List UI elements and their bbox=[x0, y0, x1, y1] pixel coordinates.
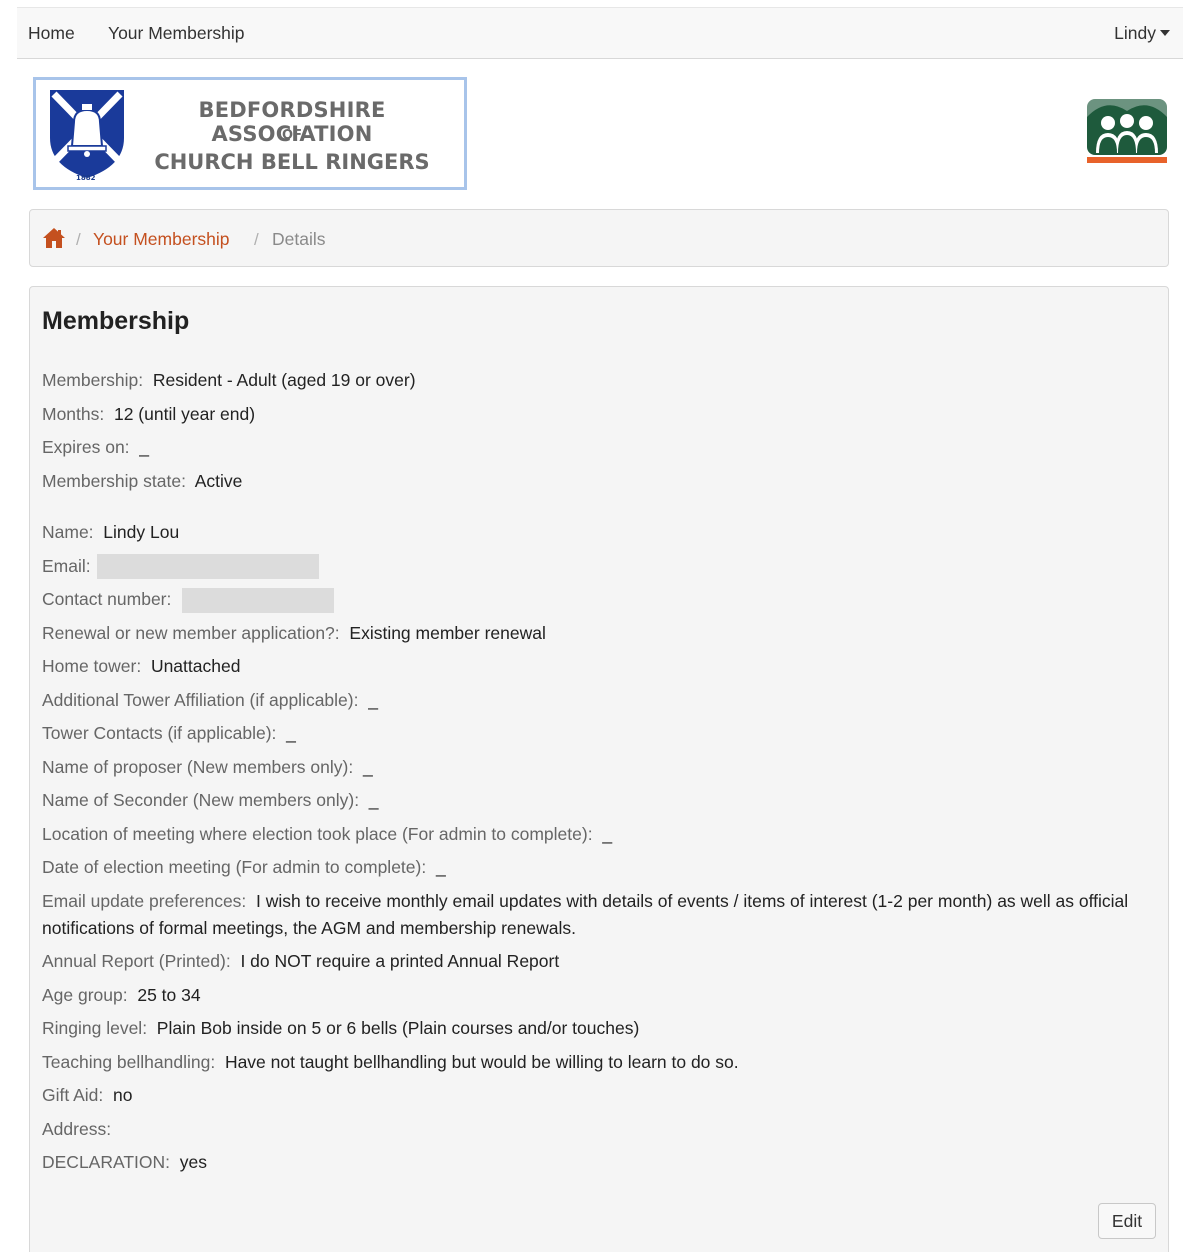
field-label: Email update preferences: bbox=[42, 890, 247, 911]
field-value: Active bbox=[194, 470, 243, 491]
field-additional-tower: Additional Tower Affiliation (if applica… bbox=[42, 687, 1132, 714]
field-seconder: Name of Seconder (New members only): _ bbox=[42, 787, 1132, 814]
home-icon[interactable] bbox=[42, 227, 66, 249]
breadcrumb-separator: / bbox=[76, 230, 81, 249]
field-label: Location of meeting where election took … bbox=[42, 823, 593, 844]
field-value: _ bbox=[368, 790, 379, 810]
field-value: _ bbox=[286, 723, 296, 743]
field-teaching-bellhandling: Teaching bellhandling: Have not taught b… bbox=[42, 1049, 1132, 1076]
field-label: Teaching bellhandling: bbox=[42, 1051, 216, 1072]
members-group-icon bbox=[1087, 99, 1167, 163]
field-election-date: Date of election meeting (For admin to c… bbox=[42, 854, 1132, 881]
breadcrumb-separator: / bbox=[254, 230, 259, 249]
redacted-email bbox=[96, 554, 319, 580]
logo-title-line2: OF bbox=[282, 128, 302, 143]
field-label: Name of proposer (New members only): bbox=[42, 756, 354, 777]
edit-button[interactable]: Edit bbox=[1098, 1203, 1156, 1239]
field-value: I do NOT require a printed Annual Report bbox=[240, 951, 560, 971]
field-value: Have not taught bellhandling but would b… bbox=[224, 1051, 739, 1072]
field-age-group: Age group: 25 to 34 bbox=[42, 982, 1132, 1009]
field-value: Resident - Adult (aged 19 or over) bbox=[152, 370, 416, 390]
field-value: Plain Bob inside on 5 or 6 bells (Plain … bbox=[156, 1018, 640, 1038]
field-membership-state: Membership state: Active bbox=[42, 468, 1132, 495]
logo-year: 1882 bbox=[76, 174, 96, 182]
field-value: Lindy Lou bbox=[103, 522, 180, 542]
field-value: _ bbox=[362, 756, 373, 777]
field-label: Email: bbox=[42, 555, 91, 576]
field-address: Address: bbox=[42, 1116, 1132, 1143]
field-value: 25 to 34 bbox=[137, 984, 201, 1005]
field-value: yes bbox=[179, 1152, 207, 1172]
field-label: Name: bbox=[42, 522, 94, 542]
breadcrumb-current: Details bbox=[272, 229, 326, 249]
field-label: Address: bbox=[42, 1118, 112, 1139]
field-label: Home tower: bbox=[42, 656, 142, 676]
field-home-tower: Home tower: Unattached bbox=[42, 653, 1132, 680]
field-label: DECLARATION: bbox=[42, 1152, 171, 1172]
user-name: Lindy bbox=[1114, 23, 1156, 43]
field-label: Ringing level: bbox=[42, 1018, 148, 1038]
field-months: Months: 12 (until year end) bbox=[42, 401, 1132, 428]
field-value: _ bbox=[139, 437, 150, 457]
membership-details: Membership: Resident - Adult (aged 19 or… bbox=[42, 367, 1132, 1183]
top-navbar: Home Your Membership Lindy bbox=[17, 7, 1183, 59]
field-label: Months: bbox=[42, 403, 105, 424]
field-value: Unattached bbox=[150, 656, 241, 676]
field-meeting-location: Location of meeting where election took … bbox=[42, 821, 1132, 848]
field-label: Gift Aid: bbox=[42, 1085, 104, 1105]
field-label: Annual Report (Printed): bbox=[42, 951, 231, 971]
breadcrumb: / Your Membership / Details bbox=[29, 209, 1169, 267]
field-email: Email: bbox=[42, 553, 1132, 580]
field-membership: Membership: Resident - Adult (aged 19 or… bbox=[42, 367, 1132, 394]
bell-shield-icon bbox=[50, 90, 124, 178]
field-label: Membership state: bbox=[42, 470, 186, 491]
field-value: 12 (until year end) bbox=[113, 403, 256, 424]
field-label: Renewal or new member application?: bbox=[42, 622, 340, 643]
membership-panel: Membership Membership: Resident - Adult … bbox=[29, 286, 1169, 1252]
field-label: Date of election meeting (For admin to c… bbox=[42, 857, 427, 877]
field-gift-aid: Gift Aid: no bbox=[42, 1082, 1132, 1109]
field-email-preferences: Email update preferences: I wish to rece… bbox=[42, 888, 1132, 942]
field-label: Expires on: bbox=[42, 437, 130, 457]
field-label: Additional Tower Affiliation (if applica… bbox=[42, 689, 359, 710]
field-label: Tower Contacts (if applicable): bbox=[42, 723, 277, 743]
field-declaration: DECLARATION: yes bbox=[42, 1149, 1132, 1176]
logo-title-line3: CHURCH BELL RINGERS bbox=[154, 150, 430, 174]
field-contact-number: Contact number: bbox=[42, 586, 1132, 613]
field-tower-contacts: Tower Contacts (if applicable): _ bbox=[42, 720, 1132, 747]
association-logo[interactable]: 1882 BEDFORDSHIRE ASSOCIATION OF CHURCH … bbox=[33, 77, 467, 190]
caret-down-icon bbox=[1160, 30, 1170, 37]
field-label: Name of Seconder (New members only): bbox=[42, 790, 360, 810]
field-expires-on: Expires on: _ bbox=[42, 434, 1132, 461]
field-value: Existing member renewal bbox=[349, 622, 546, 643]
field-label: Membership: bbox=[42, 370, 144, 390]
field-value: _ bbox=[435, 857, 446, 877]
field-renewal-or-new: Renewal or new member application?: Exis… bbox=[42, 620, 1132, 647]
field-name: Name: Lindy Lou bbox=[42, 519, 1132, 546]
nav-home-link[interactable]: Home bbox=[28, 23, 75, 44]
field-proposer: Name of proposer (New members only): _ bbox=[42, 754, 1132, 781]
user-menu-dropdown[interactable]: Lindy bbox=[1114, 23, 1170, 44]
field-label: Contact number: bbox=[42, 589, 172, 609]
field-label: Age group: bbox=[42, 984, 128, 1005]
panel-title: Membership bbox=[42, 307, 190, 335]
field-annual-report: Annual Report (Printed): I do NOT requir… bbox=[42, 948, 1132, 975]
field-ringing-level: Ringing level: Plain Bob inside on 5 or … bbox=[42, 1015, 1132, 1042]
field-value: _ bbox=[368, 689, 378, 710]
field-value: no bbox=[113, 1085, 133, 1105]
redacted-contact-number bbox=[182, 587, 335, 613]
nav-your-membership-link[interactable]: Your Membership bbox=[108, 23, 245, 44]
field-value: _ bbox=[602, 823, 613, 844]
breadcrumb-your-membership-link[interactable]: Your Membership bbox=[93, 229, 230, 250]
